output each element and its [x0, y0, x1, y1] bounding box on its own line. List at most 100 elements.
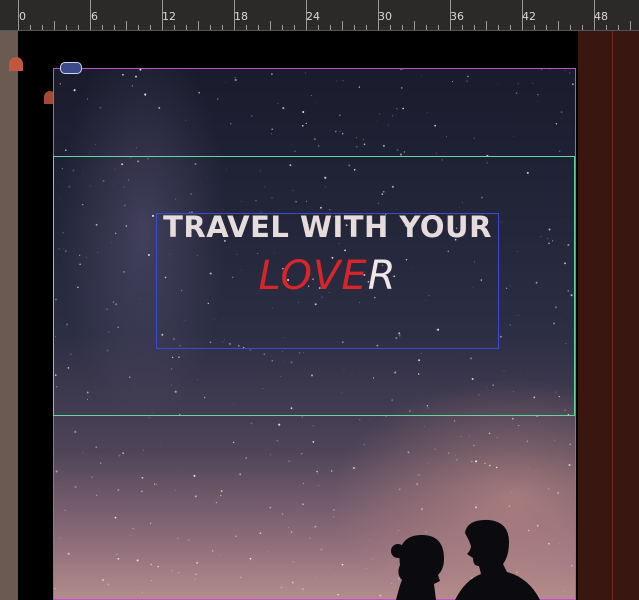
ruler-tick — [366, 25, 367, 30]
star — [118, 454, 121, 457]
star — [511, 417, 514, 420]
ruler-label: 42 — [522, 10, 536, 23]
star — [174, 489, 176, 491]
star — [116, 553, 118, 555]
star — [396, 149, 399, 151]
love-title[interactable]: LOVER — [156, 253, 499, 299]
star — [234, 77, 236, 79]
star — [557, 491, 560, 494]
ruler-tick — [270, 21, 271, 30]
star — [89, 153, 91, 155]
star — [102, 579, 104, 581]
ruler-label: 18 — [234, 10, 248, 23]
star — [332, 508, 335, 511]
link-icon[interactable] — [60, 62, 82, 74]
star — [239, 473, 242, 476]
star — [362, 139, 364, 141]
star — [59, 537, 61, 539]
star — [495, 466, 498, 469]
star — [190, 445, 191, 447]
star — [560, 111, 563, 114]
ruler-tick — [414, 21, 415, 30]
star — [314, 525, 317, 528]
star — [130, 535, 132, 536]
star — [563, 590, 565, 592]
star — [426, 112, 428, 113]
bleed-area — [578, 31, 639, 600]
star — [288, 460, 290, 462]
page-marker-icon[interactable] — [9, 57, 23, 71]
star — [318, 484, 320, 486]
star — [235, 535, 237, 538]
star — [198, 91, 201, 94]
star — [518, 424, 520, 427]
star — [558, 542, 560, 544]
star — [193, 474, 196, 477]
star — [305, 122, 307, 125]
ruler-label: 48 — [594, 10, 608, 23]
ruler-tick — [618, 25, 619, 30]
star — [448, 452, 450, 454]
star — [294, 150, 296, 152]
star — [388, 124, 390, 126]
star — [358, 86, 361, 88]
star — [74, 430, 77, 433]
star — [549, 68, 551, 70]
star — [484, 462, 486, 465]
star — [153, 483, 156, 485]
horizontal-ruler[interactable]: 0 6 12 18 24 30 36 42 48 — [0, 0, 639, 31]
star — [434, 448, 436, 450]
star — [356, 146, 358, 148]
star — [569, 72, 571, 74]
ruler-tick — [462, 25, 463, 30]
star — [95, 446, 98, 449]
ruler-tick — [606, 25, 607, 30]
star — [59, 83, 61, 85]
star — [136, 559, 139, 562]
star — [313, 138, 316, 141]
ruler-tick — [42, 25, 43, 30]
star — [58, 487, 60, 488]
ruler-tick — [558, 21, 559, 30]
ruler-tick — [486, 21, 487, 30]
ruler-tick — [330, 25, 331, 30]
love-white-text: R — [367, 253, 397, 299]
ruler-tick — [66, 25, 67, 30]
star — [455, 454, 456, 456]
star — [341, 132, 344, 135]
star — [259, 532, 262, 535]
star — [515, 92, 518, 94]
ruler-tick — [570, 25, 571, 30]
star — [475, 460, 478, 463]
star — [55, 470, 58, 473]
star — [466, 80, 468, 82]
star — [320, 548, 323, 551]
star — [402, 107, 404, 110]
star — [417, 502, 419, 503]
star — [537, 93, 539, 96]
star — [508, 505, 510, 507]
star — [194, 495, 197, 498]
star — [132, 527, 134, 530]
star — [232, 441, 235, 444]
star — [107, 583, 110, 586]
star — [220, 494, 222, 497]
star — [269, 506, 272, 509]
star — [291, 581, 294, 584]
star — [317, 145, 320, 147]
ruler-tick — [354, 25, 355, 30]
ruler-tick — [390, 25, 391, 30]
ruler-tick — [54, 21, 55, 30]
star — [334, 130, 337, 133]
star — [250, 498, 252, 500]
star — [282, 107, 285, 110]
star — [547, 487, 550, 490]
headline-text[interactable]: TRAVEL WITH YOUR — [156, 210, 499, 244]
ruler-label: 24 — [306, 10, 320, 23]
star — [229, 122, 232, 125]
star — [122, 452, 124, 454]
star — [64, 149, 67, 152]
star — [513, 136, 514, 137]
ruler-tick — [534, 25, 535, 30]
star — [396, 108, 398, 110]
